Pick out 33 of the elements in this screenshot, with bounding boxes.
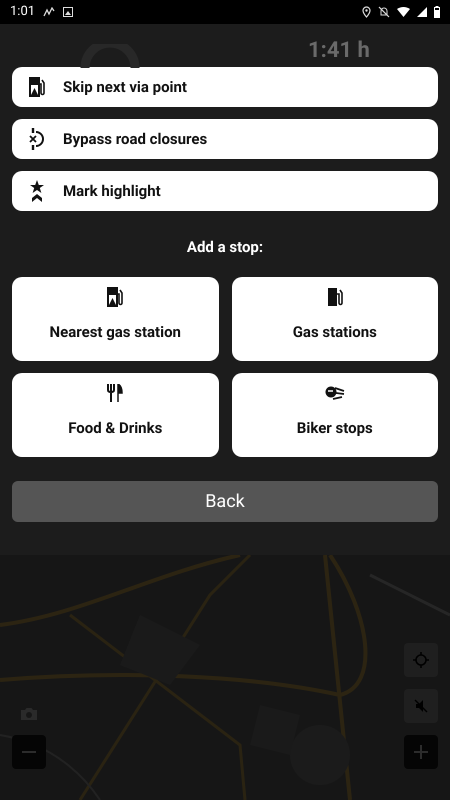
star-marker-icon — [30, 180, 44, 202]
stop-button[interactable]: Food & Drinks — [12, 372, 218, 456]
section-heading: Add a stop: — [186, 237, 264, 258]
image-icon — [63, 7, 74, 17]
biker-helmet-icon — [324, 384, 345, 400]
stop-button[interactable]: Biker stops — [232, 372, 438, 456]
mute-button[interactable] — [404, 689, 438, 723]
zoom-out-button[interactable] — [12, 735, 46, 769]
minus-icon — [22, 751, 36, 753]
action-button[interactable]: Bypass road closures — [12, 119, 438, 159]
fork-knife-icon — [107, 384, 124, 402]
crosshair-icon — [413, 652, 429, 668]
back-button[interactable]: Back — [12, 480, 438, 522]
fuel-pump-icon — [28, 77, 46, 97]
route-duration: 1:41 h — [308, 37, 370, 65]
action-button[interactable]: Skip next via point — [12, 67, 438, 107]
status-time: 1:01 — [10, 3, 36, 22]
fuel-pump-icon — [106, 286, 124, 306]
muted-bell-icon — [378, 6, 390, 18]
plus-icon — [414, 745, 428, 759]
action-button[interactable]: Mark highlight — [12, 171, 438, 211]
signal-wave-icon — [43, 7, 56, 17]
stop-button[interactable]: Gas stations — [232, 276, 438, 360]
wifi-icon — [397, 7, 410, 17]
location-icon — [362, 6, 371, 18]
battery-icon — [434, 6, 440, 18]
mute-icon — [413, 698, 429, 714]
fuel-pump-icon — [326, 286, 343, 306]
locate-button[interactable] — [404, 643, 438, 677]
road-bypass-icon — [28, 128, 46, 150]
cell-signal-icon — [417, 7, 427, 17]
stop-button[interactable]: Nearest gas station — [12, 276, 218, 360]
zoom-in-button[interactable] — [404, 735, 438, 769]
